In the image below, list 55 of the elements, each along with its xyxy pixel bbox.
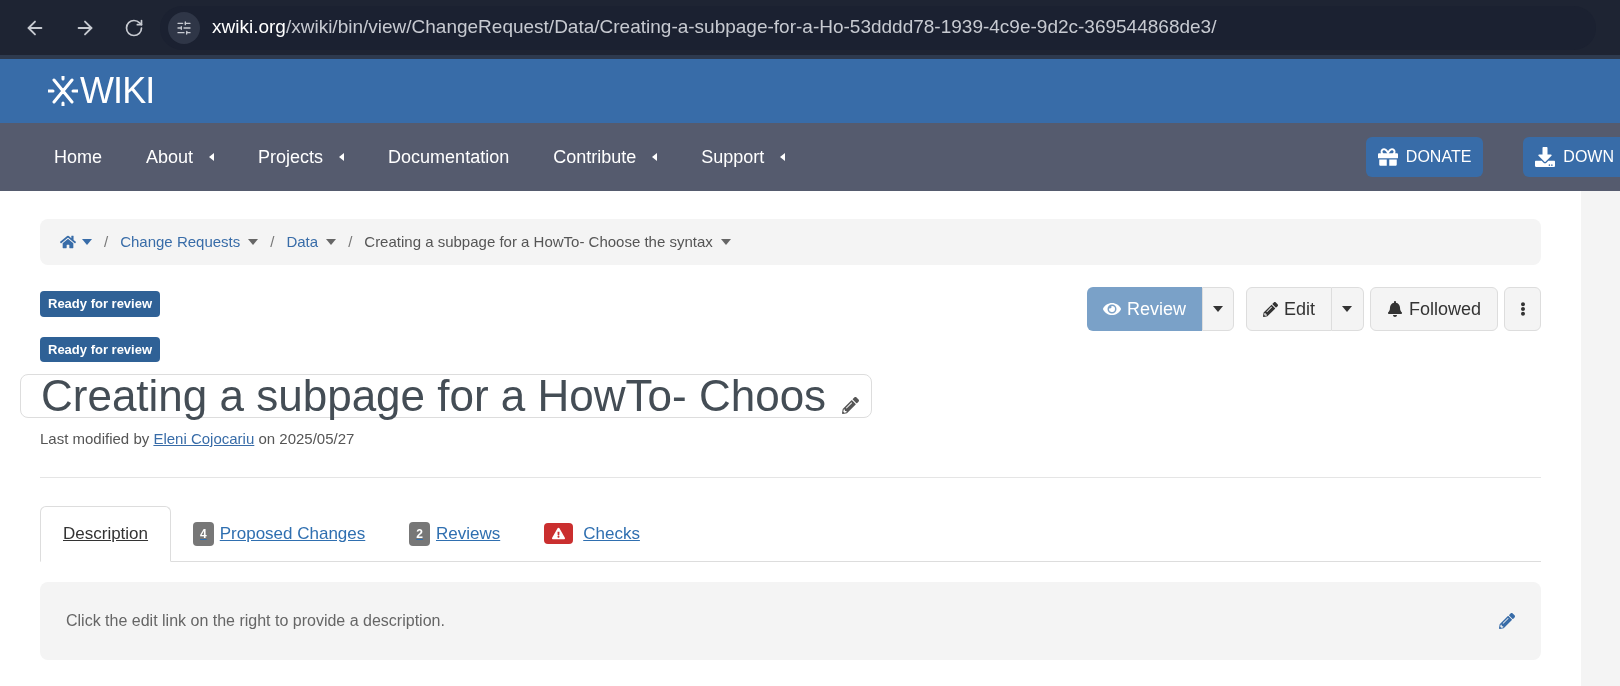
nav-link[interactable]: About: [146, 143, 194, 171]
author-link[interactable]: Eleni Cojocariu: [153, 430, 255, 447]
tab[interactable]: 2 Reviews: [387, 505, 523, 562]
breadcrumb-separator: /: [270, 231, 275, 252]
nav-link[interactable]: Support: [701, 143, 765, 171]
description-text: Click the edit link on the right to provide a description.: [66, 610, 445, 631]
caret-icon: [248, 239, 259, 245]
caret-icon: [1342, 306, 1353, 312]
site-settings-icon[interactable]: [168, 11, 200, 44]
nav-link[interactable]: Documentation: [388, 143, 510, 171]
last-modified-text: Last modified by Eleni Cojocariu on 2025/05/27: [40, 429, 356, 449]
address-bar[interactable]: xwiki.org/xwiki/bin/view/ChangeRequest/Data/Creating-a-subpage-for-a-Ho-53dddd78-1939-4c9e-9d2c-369544868de3/: [160, 5, 1596, 50]
download-icon: [1535, 147, 1556, 167]
logo-icon: [48, 76, 78, 106]
breadcrumb-current[interactable]: Creating a subpage for a HowTo- Choose the syntax: [364, 230, 713, 254]
caret-icon: [82, 239, 92, 245]
gift-icon: [1377, 147, 1398, 167]
edit-menu-button[interactable]: [1331, 287, 1364, 331]
eye-icon: [1102, 300, 1121, 318]
caret-icon: [780, 153, 786, 161]
followed-button[interactable]: Followed: [1369, 287, 1498, 331]
warning-badge: [544, 523, 574, 544]
url-text: xwiki.org/xwiki/bin/view/ChangeRequest/Data/Creating-a-subpage-for-a-Ho-53dddd78-1939-4c9e-9d2c-369544868de3/: [212, 15, 1217, 40]
breadcrumb-separator: /: [348, 231, 353, 252]
tab[interactable]: Checks: [522, 505, 662, 562]
caret-icon: [652, 153, 658, 161]
donate-button[interactable]: DONATE: [1365, 137, 1484, 177]
nav-link[interactable]: Projects: [258, 143, 324, 171]
download-button[interactable]: DOWN: [1523, 137, 1620, 177]
caret-icon: [720, 239, 731, 245]
nav-link[interactable]: Home: [54, 143, 102, 171]
caret-icon: [339, 153, 345, 161]
caret-icon: [1212, 306, 1223, 312]
breadcrumb-link[interactable]: Data: [286, 230, 319, 254]
breadcrumb-link[interactable]: Change Requests: [120, 230, 241, 254]
tab[interactable]: Description: [40, 505, 172, 562]
more-actions-button[interactable]: [1504, 287, 1541, 331]
caret-icon: [209, 153, 215, 161]
bell-icon: [1386, 301, 1403, 317]
reload-icon[interactable]: [124, 17, 144, 38]
pencil-icon: [1262, 301, 1278, 317]
status-badge: Ready for review: [40, 291, 161, 317]
tab[interactable]: 4 Proposed Changes: [171, 505, 388, 562]
review-menu-button[interactable]: [1201, 287, 1234, 331]
home-icon[interactable]: [60, 234, 76, 250]
edit-title-icon[interactable]: [842, 397, 859, 414]
logo-text: WIKI: [80, 73, 155, 109]
edit-button[interactable]: Edit: [1245, 287, 1332, 331]
breadcrumb-separator: /: [104, 231, 109, 252]
caret-icon: [326, 239, 337, 245]
count-badge: 4: [193, 521, 214, 546]
status-badge: Ready for review: [40, 336, 161, 362]
nav-link[interactable]: Contribute: [553, 143, 637, 171]
count-badge: 2: [409, 521, 430, 546]
edit-description-icon[interactable]: [1499, 612, 1515, 629]
